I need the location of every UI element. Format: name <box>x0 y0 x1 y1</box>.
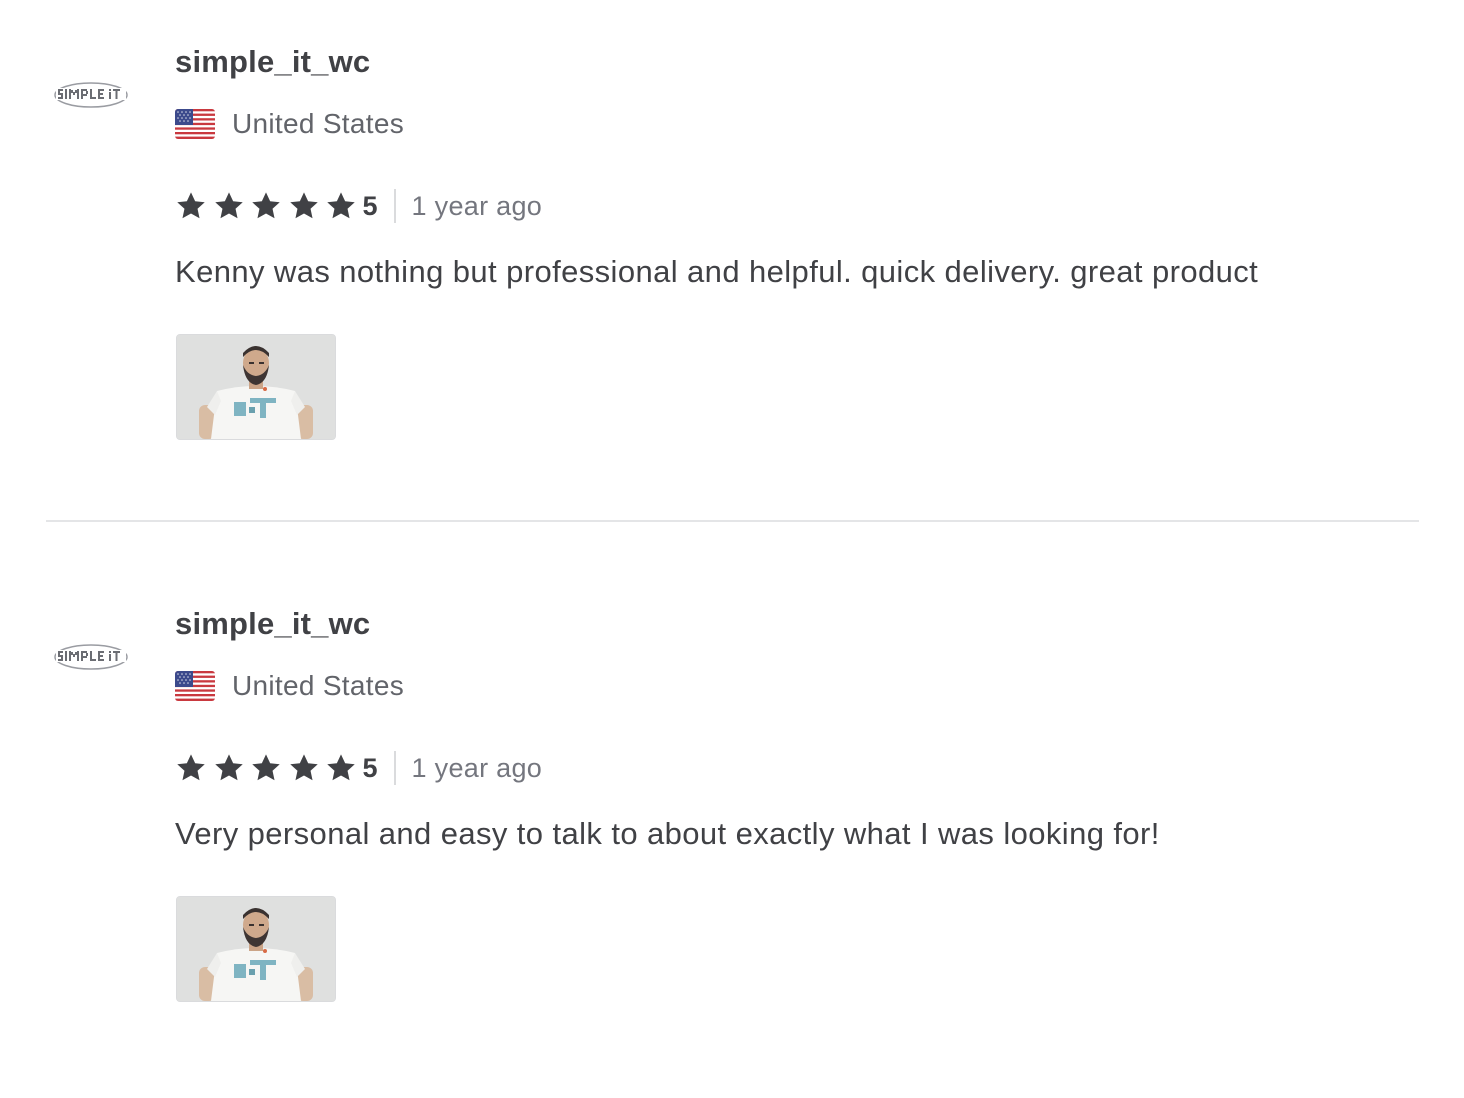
star-icon <box>214 754 243 781</box>
review-text: Kenny was nothing but professional and h… <box>175 254 1259 289</box>
rating-row: 5 1 year ago <box>175 748 542 788</box>
rating-separator <box>393 189 396 223</box>
star-icon <box>177 754 205 781</box>
reviewer-username[interactable]: simple_it_wc <box>175 44 370 80</box>
review-time: 1 year ago <box>411 752 543 783</box>
simple-it-logo <box>54 644 128 670</box>
review-gig-thumbnail[interactable] <box>176 334 336 440</box>
review-text: Very personal and easy to talk to about … <box>175 816 1160 851</box>
gig-photo <box>177 335 335 439</box>
us-flag-icon <box>175 671 215 701</box>
review-gig-thumbnail[interactable] <box>176 896 336 1002</box>
star-icon <box>327 754 355 781</box>
star-icon <box>327 192 355 219</box>
country-name: United States <box>232 670 404 701</box>
reviewer-avatar[interactable] <box>52 640 130 674</box>
simple-it-logo <box>54 82 128 108</box>
review-divider <box>46 520 1419 522</box>
gig-photo <box>177 897 335 1001</box>
reviewer-country: United States <box>175 668 404 704</box>
star-icon <box>214 192 243 219</box>
reviewer-username[interactable]: simple_it_wc <box>175 606 370 642</box>
star-rating <box>175 752 363 784</box>
star-icon <box>289 754 318 781</box>
rating-value: 5 <box>362 752 378 783</box>
reviewer-country: United States <box>175 106 404 142</box>
star-rating <box>175 190 363 222</box>
star-icon <box>289 192 318 219</box>
us-flag-icon <box>175 109 215 139</box>
reviewer-avatar[interactable] <box>52 78 130 112</box>
star-icon <box>252 754 280 781</box>
star-icon <box>177 192 205 219</box>
rating-row: 5 1 year ago <box>175 186 542 226</box>
rating-value: 5 <box>362 190 378 221</box>
review-time: 1 year ago <box>411 190 543 221</box>
star-icon <box>252 192 280 219</box>
rating-separator <box>393 751 396 785</box>
country-name: United States <box>232 108 404 139</box>
